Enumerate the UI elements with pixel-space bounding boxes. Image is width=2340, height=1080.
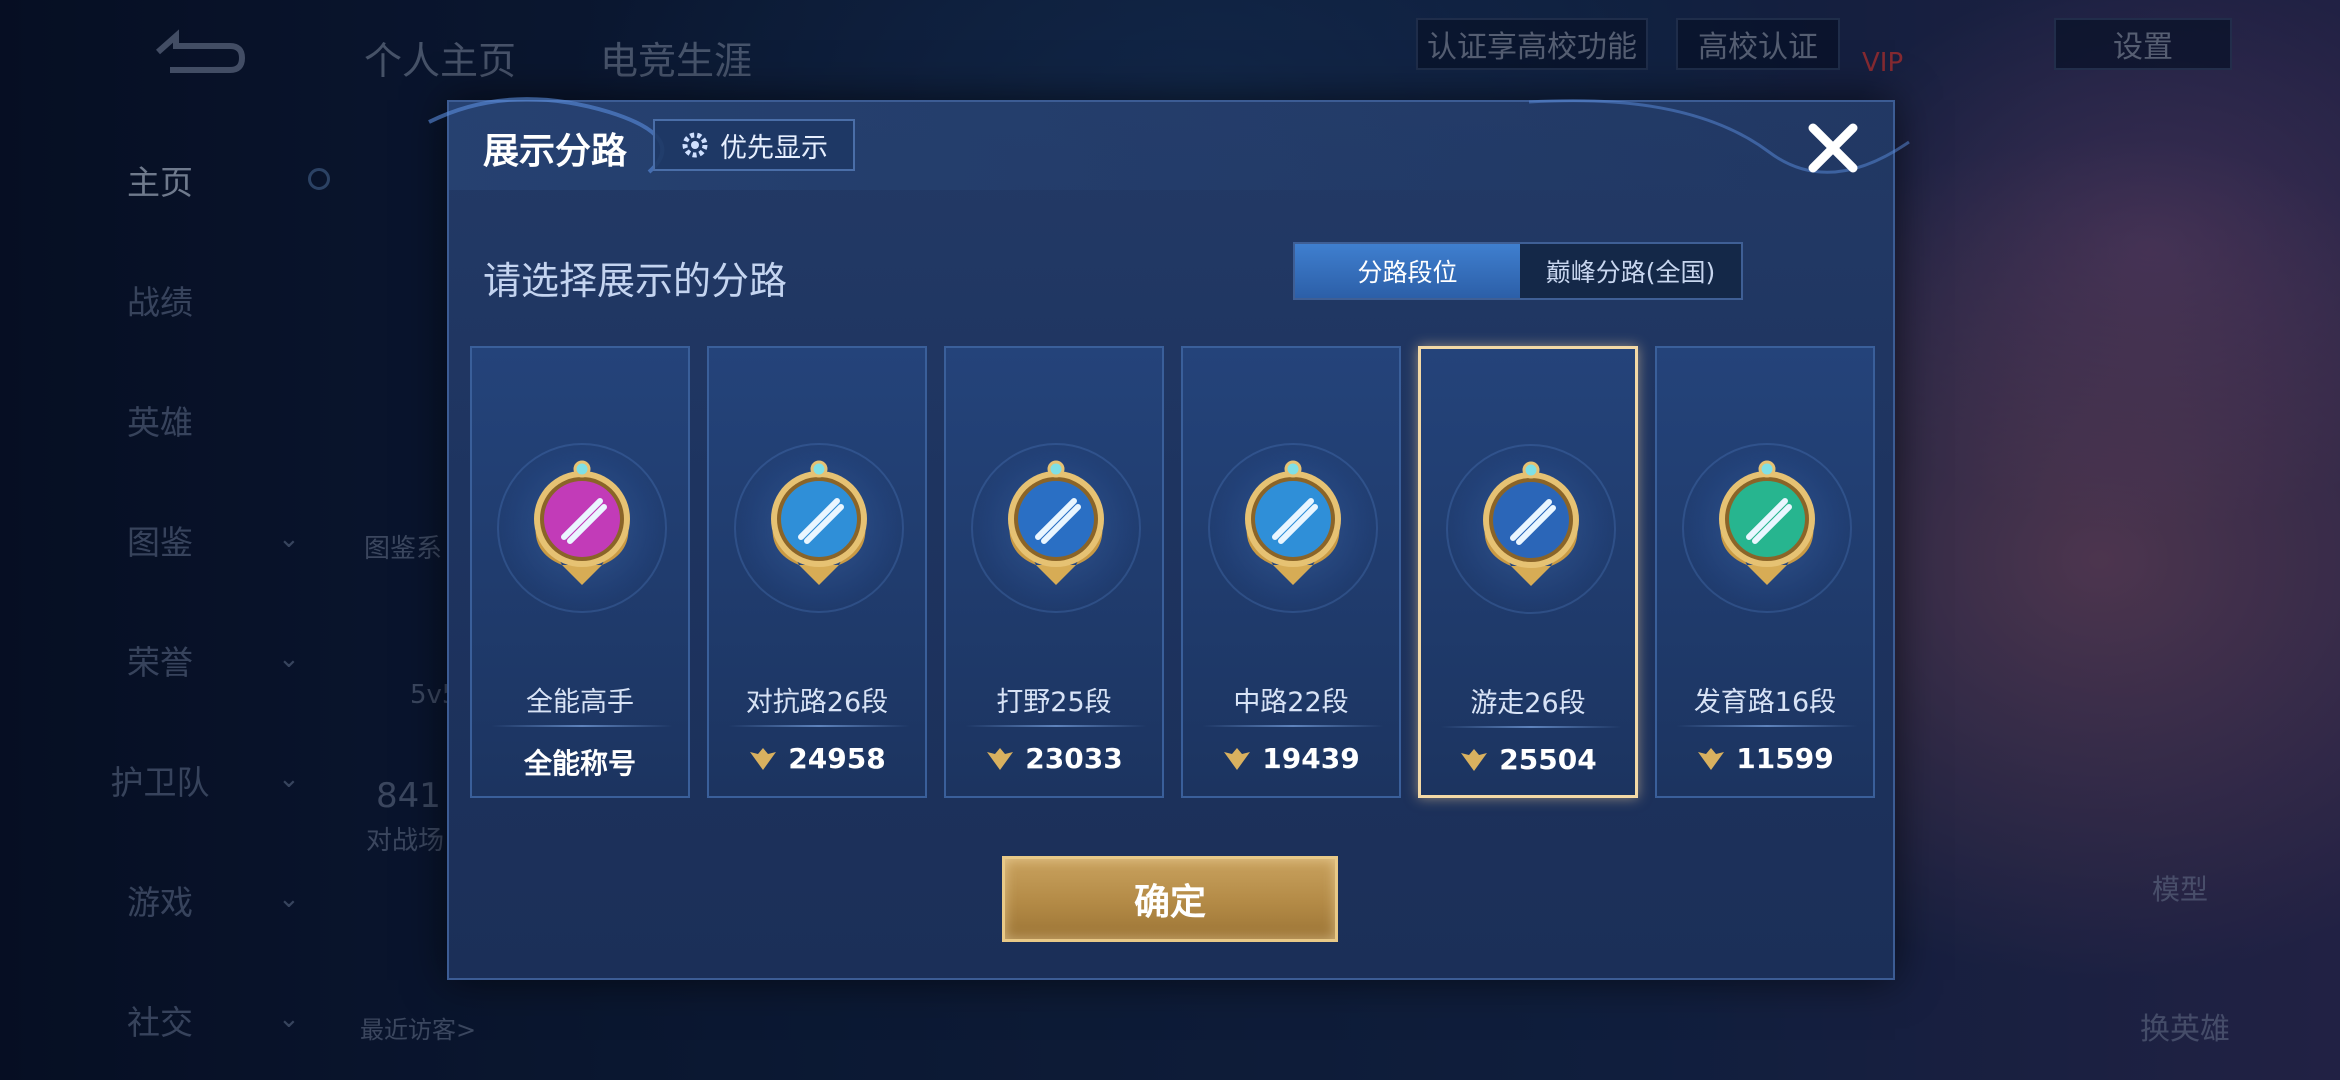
priority-display-button[interactable]: 优先显示 [653, 119, 855, 171]
rank-score-icon [1224, 747, 1251, 770]
segment-control: 分路段位 巅峰分路(全国) [1293, 242, 1743, 300]
lane-card[interactable]: 对抗路26段 24958 [707, 346, 927, 798]
lane-score-value: 全能称号 [523, 747, 636, 780]
card-divider [966, 725, 1146, 727]
gear-icon [682, 132, 708, 158]
close-icon [1808, 123, 1858, 173]
farm-lane-emblem-icon [1719, 460, 1815, 585]
rank-score-icon [750, 747, 777, 770]
mid-lane-emblem-icon [1245, 460, 1341, 585]
lane-name: 发育路16段 [1693, 687, 1837, 718]
jungle-emblem-icon [1008, 460, 1104, 585]
card-divider [492, 725, 672, 727]
roam-emblem-icon [1483, 461, 1579, 586]
lane-score: 全能称号 [472, 742, 688, 782]
lane-score-value: 25504 [1499, 743, 1597, 776]
lane-card[interactable]: 中路22段 19439 [1181, 346, 1401, 798]
lane-score-value: 19439 [1262, 742, 1360, 775]
lane-score: 24958 [709, 742, 925, 775]
lane-name: 中路22段 [1233, 687, 1349, 718]
card-divider [729, 725, 909, 727]
lane-name: 对抗路26段 [745, 687, 889, 718]
lane-score-value: 23033 [1025, 742, 1123, 775]
confirm-button[interactable]: 确定 [1002, 856, 1338, 942]
dialog-title: 展示分路 [483, 131, 628, 172]
lane-score: 23033 [946, 742, 1162, 775]
card-divider [1677, 725, 1857, 727]
all-round-emblem-icon [534, 460, 630, 585]
rank-score-icon [1698, 747, 1725, 770]
selection-prompt: 请选择展示的分路 [483, 259, 788, 303]
lane-score: 25504 [1421, 743, 1635, 776]
lane-score: 11599 [1657, 742, 1873, 775]
card-divider [1203, 725, 1383, 727]
lane-name: 打野25段 [996, 687, 1112, 718]
tab-lane-rank[interactable]: 分路段位 [1295, 244, 1520, 298]
lane-card[interactable]: 发育路16段 11599 [1655, 346, 1875, 798]
tab-peak-lane-national[interactable]: 巅峰分路(全国) [1520, 244, 1741, 298]
rank-score-icon [1461, 748, 1488, 771]
lane-score-value: 24958 [788, 742, 886, 775]
lane-name: 游走26段 [1470, 688, 1586, 719]
lane-score-value: 11599 [1736, 742, 1834, 775]
priority-display-label: 优先显示 [720, 132, 828, 164]
lane-card[interactable]: 全能高手 全能称号 [470, 346, 690, 798]
card-divider [1441, 726, 1621, 728]
lane-score: 19439 [1183, 742, 1399, 775]
lane-card-list: 全能高手 全能称号 对抗路26段 24958 打野25段 23033 中路22段 19439 游… [470, 346, 1880, 798]
lane-display-dialog: 展示分路 优先显示 请选择展示的分路 分路段位 巅峰分路(全国) 全能高手全能称… [428, 97, 1910, 980]
close-button[interactable] [1801, 116, 1865, 180]
rank-score-icon [987, 747, 1014, 770]
lane-card[interactable]: 游走26段 25504 [1418, 346, 1638, 798]
clash-lane-emblem-icon [771, 460, 867, 585]
lane-name: 全能高手 [526, 687, 634, 718]
lane-card[interactable]: 打野25段 23033 [944, 346, 1164, 798]
